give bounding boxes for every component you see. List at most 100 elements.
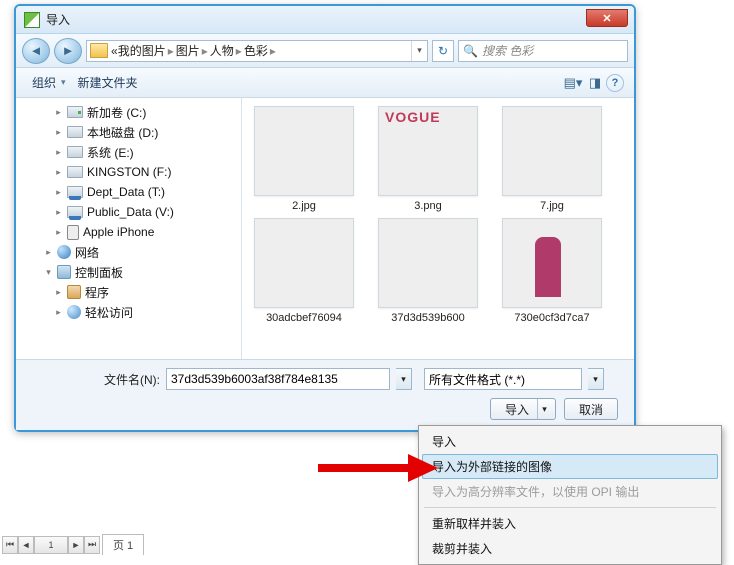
cancel-button[interactable]: 取消	[564, 398, 618, 420]
dialog-body: ▸新加卷 (C:)▸本地磁盘 (D:)▸系统 (E:)▸KINGSTON (F:…	[16, 98, 634, 359]
tree-item-label: Apple iPhone	[83, 225, 154, 239]
drive-icon	[67, 166, 83, 178]
thumbnail-image	[502, 218, 602, 308]
page-last-button[interactable]: ⏭	[84, 536, 100, 554]
tree-item[interactable]: ▸Public_Data (V:)	[16, 202, 241, 222]
close-button[interactable]: ✕	[586, 9, 628, 27]
menu-item[interactable]: 导入为外部链接的图像	[422, 454, 718, 479]
menu-separator	[424, 507, 716, 508]
tree-item-label: 本地磁盘 (D:)	[87, 124, 158, 141]
page-tab[interactable]: 页 1	[102, 534, 144, 555]
file-thumb[interactable]: 3.png	[372, 106, 484, 212]
drive-g-icon	[67, 106, 83, 118]
organize-button[interactable]: 组织	[26, 71, 72, 94]
tree-item[interactable]: ▸ 新加卷 (C:)	[16, 102, 241, 122]
tree-item[interactable]: ▾ 控制面板	[16, 262, 241, 282]
file-thumb[interactable]: 730e0cf3d7ca7	[496, 218, 608, 324]
titlebar: 导入 ✕	[16, 6, 634, 34]
view-options-button[interactable]: ▤▾	[562, 72, 584, 94]
thumbnail-image	[254, 218, 354, 308]
address-bar[interactable]: « 我的图片▸ 图片▸ 人物▸ 色彩▸ ▾	[86, 40, 428, 62]
file-thumb[interactable]: 37d3d539b600	[372, 218, 484, 324]
tree-item[interactable]: ▸ 本地磁盘 (D:)	[16, 122, 241, 142]
search-input[interactable]: 🔍 搜索 色彩	[458, 40, 628, 62]
tree-item-label: 网络	[75, 244, 99, 261]
filename-dropdown[interactable]: ▾	[396, 368, 412, 390]
tree-item-label: 轻松访问	[85, 304, 133, 321]
bottom-bar: 文件名(N): ▾ ▾ 导入 ▾ 取消	[16, 359, 634, 430]
tree-item[interactable]: ▸ Apple iPhone	[16, 222, 241, 242]
menu-item[interactable]: 重新取样并装入	[422, 511, 718, 536]
filetype-select[interactable]	[424, 368, 582, 390]
filename-input[interactable]	[166, 368, 390, 390]
thumbnail-image	[378, 218, 478, 308]
import-button[interactable]: 导入 ▾	[490, 398, 556, 420]
thumbnail-image	[254, 106, 354, 196]
back-button[interactable]: ◄	[22, 38, 50, 64]
tree-item[interactable]: ▸系统 (E:)	[16, 142, 241, 162]
prog-icon	[67, 285, 81, 299]
crumb[interactable]: 图片	[176, 42, 200, 59]
file-gallery[interactable]: 2.jpg 3.png 7.jpg 30adcbef76094 37d3d539b600…	[242, 98, 634, 359]
expand-icon[interactable]: ▾	[44, 267, 53, 278]
drive-icon	[67, 146, 83, 158]
drive-icon	[67, 126, 83, 138]
filename-label: 文件名(N):	[104, 371, 160, 388]
preview-pane-button[interactable]: ◨	[584, 72, 606, 94]
tree-item-label: 控制面板	[75, 264, 123, 281]
tree-item[interactable]: ▸程序	[16, 282, 241, 302]
new-folder-button[interactable]: 新建文件夹	[72, 71, 144, 94]
tree-item[interactable]: ▸ 网络	[16, 242, 241, 262]
expand-icon[interactable]: ▸	[44, 247, 53, 258]
expand-icon[interactable]: ▸	[54, 127, 63, 138]
page-prev-button[interactable]: ◄	[18, 536, 34, 554]
thumbnail-caption: 37d3d539b600	[391, 312, 464, 324]
menu-item[interactable]: 导入	[422, 429, 718, 454]
netdrv-icon	[67, 186, 83, 198]
tree-item-label: 新加卷 (C:)	[87, 104, 146, 121]
refresh-button[interactable]: ↻	[432, 40, 454, 62]
window-title: 导入	[46, 11, 70, 28]
tree-item-label: KINGSTON (F:)	[87, 165, 171, 179]
crumb[interactable]: 色彩	[244, 42, 268, 59]
address-dropdown[interactable]: ▾	[411, 41, 427, 61]
tree-item[interactable]: ▸ KINGSTON (F:)	[16, 162, 241, 182]
expand-icon[interactable]: ▸	[54, 187, 63, 198]
file-thumb[interactable]: 7.jpg	[496, 106, 608, 212]
net-icon	[57, 245, 71, 259]
expand-icon[interactable]: ▸	[54, 227, 63, 238]
expand-icon[interactable]: ▸	[54, 207, 63, 218]
expand-icon[interactable]: ▸	[54, 147, 63, 158]
folder-tree[interactable]: ▸新加卷 (C:)▸本地磁盘 (D:)▸系统 (E:)▸KINGSTON (F:…	[16, 98, 242, 359]
expand-icon[interactable]: ▸	[54, 107, 63, 118]
page-next-button[interactable]: ►	[68, 536, 84, 554]
page-tabs: ⏮ ◄ 1 ► ⏭ 页 1	[2, 534, 144, 555]
page-first-button[interactable]: ⏮	[2, 536, 18, 554]
thumbnail-caption: 2.jpg	[292, 200, 316, 212]
nav-row: ◄ ► « 我的图片▸ 图片▸ 人物▸ 色彩▸ ▾ ↻ 🔍 搜索 色彩	[16, 34, 634, 68]
thumbnail-caption: 7.jpg	[540, 200, 564, 212]
import-dropdown-menu[interactable]: 导入导入为外部链接的图像导入为高分辨率文件，以使用 OPI 输出重新取样并装入裁…	[418, 425, 722, 565]
thumbnail-image	[502, 106, 602, 196]
expand-icon[interactable]: ▸	[54, 307, 63, 318]
crumb[interactable]: 人物	[210, 42, 234, 59]
forward-button[interactable]: ►	[54, 38, 82, 64]
crumb[interactable]: 我的图片	[118, 42, 166, 59]
file-thumb[interactable]: 30adcbef76094	[248, 218, 360, 324]
help-button[interactable]: ?	[606, 74, 624, 92]
menu-item[interactable]: 裁剪并装入	[422, 536, 718, 561]
phone-icon	[67, 225, 79, 240]
search-icon: 🔍	[463, 44, 478, 58]
expand-icon[interactable]: ▸	[54, 287, 63, 298]
import-split-dropdown[interactable]: ▾	[537, 399, 551, 419]
file-thumb[interactable]: 2.jpg	[248, 106, 360, 212]
thumbnail-caption: 730e0cf3d7ca7	[514, 312, 589, 324]
netdrv-icon	[67, 206, 83, 218]
thumbnail-caption: 30adcbef76094	[266, 312, 342, 324]
filetype-dropdown[interactable]: ▾	[588, 368, 604, 390]
tree-item[interactable]: ▸ 轻松访问	[16, 302, 241, 322]
page-number[interactable]: 1	[34, 536, 68, 554]
cp-icon	[57, 265, 71, 279]
expand-icon[interactable]: ▸	[54, 167, 63, 178]
tree-item[interactable]: ▸Dept_Data (T:)	[16, 182, 241, 202]
